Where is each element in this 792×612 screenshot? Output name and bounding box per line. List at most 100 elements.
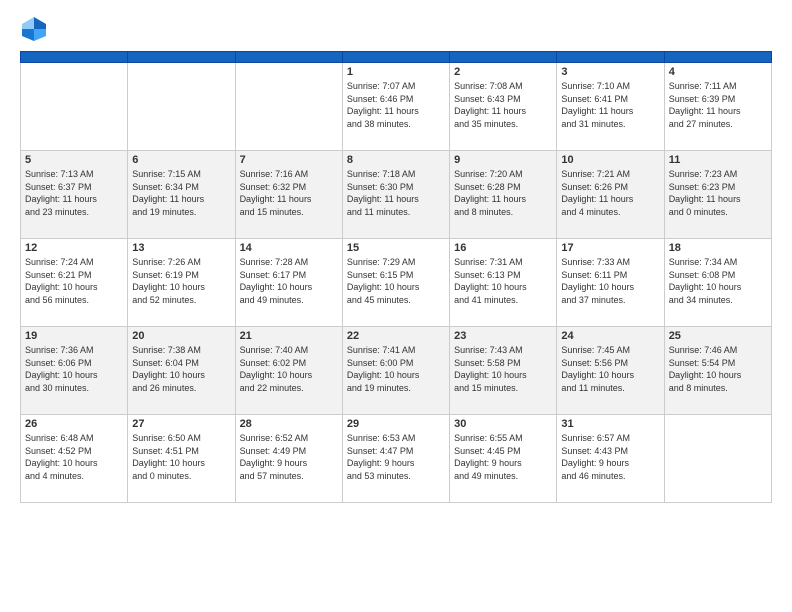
day-info: Sunrise: 7:41 AM Sunset: 6:00 PM Dayligh…: [347, 344, 445, 394]
calendar-cell: 25 Sunrise: 7:46 AM Sunset: 5:54 PM Dayli…: [664, 327, 771, 415]
day-number: 11: [669, 154, 767, 166]
day-number: 26: [25, 418, 123, 430]
calendar-cell: 27 Sunrise: 6:50 AM Sunset: 4:51 PM Dayli…: [128, 415, 235, 503]
header-wednesday: [342, 52, 449, 63]
day-number: 20: [132, 330, 230, 342]
day-number: 27: [132, 418, 230, 430]
day-info: Sunrise: 7:36 AM Sunset: 6:06 PM Dayligh…: [25, 344, 123, 394]
day-info: Sunrise: 6:55 AM Sunset: 4:45 PM Dayligh…: [454, 432, 552, 482]
day-info: Sunrise: 7:16 AM Sunset: 6:32 PM Dayligh…: [240, 168, 338, 218]
header-thursday: [450, 52, 557, 63]
calendar-cell: 26Sunrise: 6:48 AM Sunset: 4:52 PM Dayli…: [21, 415, 128, 503]
calendar-cell: 31Sunrise: 6:57 AM Sunset: 4:43 PM Dayli…: [557, 415, 664, 503]
day-info: Sunrise: 7:11 AM Sunset: 6:39 PM Dayligh…: [669, 80, 767, 130]
header-sunday: [21, 52, 128, 63]
calendar-cell: 8Sunrise: 7:18 AM Sunset: 6:30 PM Daylig…: [342, 151, 449, 239]
header-tuesday: [235, 52, 342, 63]
logo-icon: [20, 15, 48, 43]
calendar-cell: 30 Sunrise: 6:55 AM Sunset: 4:45 PM Dayli…: [450, 415, 557, 503]
day-info: Sunrise: 6:53 AM Sunset: 4:47 PM Dayligh…: [347, 432, 445, 482]
day-number: 5: [25, 154, 123, 166]
day-number: 18: [669, 242, 767, 254]
calendar-body: 1 Sunrise: 7:07 AM Sunset: 6:46 PM Daylig…: [21, 63, 772, 503]
calendar-cell: 19 Sunrise: 7:36 AM Sunset: 6:06 PM Dayli…: [21, 327, 128, 415]
day-number: 21: [240, 330, 338, 342]
page: 1 Sunrise: 7:07 AM Sunset: 6:46 PM Daylig…: [0, 0, 792, 612]
day-info: Sunrise: 7:38 AM Sunset: 6:04 PM Dayligh…: [132, 344, 230, 394]
calendar-row: 1 Sunrise: 7:07 AM Sunset: 6:46 PM Daylig…: [21, 63, 772, 151]
day-info: Sunrise: 7:29 AM Sunset: 6:15 PM Dayligh…: [347, 256, 445, 306]
day-number: 9: [454, 154, 552, 166]
header: [20, 15, 772, 43]
day-number: 6: [132, 154, 230, 166]
calendar-cell: 28 Sunrise: 6:52 AM Sunset: 4:49 PM Dayli…: [235, 415, 342, 503]
day-number: 4: [669, 66, 767, 78]
day-number: 7: [240, 154, 338, 166]
calendar-cell: 22 Sunrise: 7:41 AM Sunset: 6:00 PM Dayli…: [342, 327, 449, 415]
calendar-cell: 6 Sunrise: 7:15 AM Sunset: 6:34 PM Daylig…: [128, 151, 235, 239]
day-number: 15: [347, 242, 445, 254]
calendar-cell: 11 Sunrise: 7:23 AM Sunset: 6:23 PM Dayli…: [664, 151, 771, 239]
day-number: 14: [240, 242, 338, 254]
day-info: Sunrise: 7:46 AM Sunset: 5:54 PM Dayligh…: [669, 344, 767, 394]
calendar-cell: 24Sunrise: 7:45 AM Sunset: 5:56 PM Dayli…: [557, 327, 664, 415]
day-info: Sunrise: 6:52 AM Sunset: 4:49 PM Dayligh…: [240, 432, 338, 482]
calendar-cell: 18 Sunrise: 7:34 AM Sunset: 6:08 PM Dayli…: [664, 239, 771, 327]
day-number: 12: [25, 242, 123, 254]
calendar-cell: 1 Sunrise: 7:07 AM Sunset: 6:46 PM Daylig…: [342, 63, 449, 151]
calendar-cell: 12 Sunrise: 7:24 AM Sunset: 6:21 PM Dayli…: [21, 239, 128, 327]
day-number: 25: [669, 330, 767, 342]
day-number: 17: [561, 242, 659, 254]
calendar-cell: 20 Sunrise: 7:38 AM Sunset: 6:04 PM Dayli…: [128, 327, 235, 415]
day-number: 3: [561, 66, 659, 78]
day-number: 1: [347, 66, 445, 78]
calendar-cell: 21Sunrise: 7:40 AM Sunset: 6:02 PM Dayli…: [235, 327, 342, 415]
calendar-header: [21, 52, 772, 63]
day-number: 19: [25, 330, 123, 342]
day-info: Sunrise: 7:34 AM Sunset: 6:08 PM Dayligh…: [669, 256, 767, 306]
calendar-row: 12 Sunrise: 7:24 AM Sunset: 6:21 PM Dayli…: [21, 239, 772, 327]
calendar-cell: 23Sunrise: 7:43 AM Sunset: 5:58 PM Dayli…: [450, 327, 557, 415]
day-info: Sunrise: 7:20 AM Sunset: 6:28 PM Dayligh…: [454, 168, 552, 218]
day-info: Sunrise: 7:45 AM Sunset: 5:56 PM Dayligh…: [561, 344, 659, 394]
calendar-cell: 17Sunrise: 7:33 AM Sunset: 6:11 PM Dayli…: [557, 239, 664, 327]
day-info: Sunrise: 7:23 AM Sunset: 6:23 PM Dayligh…: [669, 168, 767, 218]
day-number: 16: [454, 242, 552, 254]
calendar-row: 19 Sunrise: 7:36 AM Sunset: 6:06 PM Dayli…: [21, 327, 772, 415]
calendar-row: 26Sunrise: 6:48 AM Sunset: 4:52 PM Dayli…: [21, 415, 772, 503]
header-monday: [128, 52, 235, 63]
calendar-cell: 5 Sunrise: 7:13 AM Sunset: 6:37 PM Daylig…: [21, 151, 128, 239]
calendar-cell: 16Sunrise: 7:31 AM Sunset: 6:13 PM Dayli…: [450, 239, 557, 327]
day-info: Sunrise: 7:43 AM Sunset: 5:58 PM Dayligh…: [454, 344, 552, 394]
calendar-cell: 14Sunrise: 7:28 AM Sunset: 6:17 PM Dayli…: [235, 239, 342, 327]
day-number: 22: [347, 330, 445, 342]
day-info: Sunrise: 7:13 AM Sunset: 6:37 PM Dayligh…: [25, 168, 123, 218]
day-info: Sunrise: 7:24 AM Sunset: 6:21 PM Dayligh…: [25, 256, 123, 306]
day-number: 2: [454, 66, 552, 78]
calendar-row: 5 Sunrise: 7:13 AM Sunset: 6:37 PM Daylig…: [21, 151, 772, 239]
calendar-cell: 10Sunrise: 7:21 AM Sunset: 6:26 PM Dayli…: [557, 151, 664, 239]
header-saturday: [664, 52, 771, 63]
day-info: Sunrise: 6:50 AM Sunset: 4:51 PM Dayligh…: [132, 432, 230, 482]
day-number: 10: [561, 154, 659, 166]
day-info: Sunrise: 7:07 AM Sunset: 6:46 PM Dayligh…: [347, 80, 445, 130]
day-info: Sunrise: 7:26 AM Sunset: 6:19 PM Dayligh…: [132, 256, 230, 306]
calendar-cell: 9 Sunrise: 7:20 AM Sunset: 6:28 PM Daylig…: [450, 151, 557, 239]
day-number: 30: [454, 418, 552, 430]
calendar-cell: [128, 63, 235, 151]
day-number: 29: [347, 418, 445, 430]
calendar-cell: 29 Sunrise: 6:53 AM Sunset: 4:47 PM Dayli…: [342, 415, 449, 503]
calendar-cell: [664, 415, 771, 503]
calendar-cell: [235, 63, 342, 151]
day-info: Sunrise: 6:57 AM Sunset: 4:43 PM Dayligh…: [561, 432, 659, 482]
day-number: 8: [347, 154, 445, 166]
calendar-cell: 13Sunrise: 7:26 AM Sunset: 6:19 PM Dayli…: [128, 239, 235, 327]
logo: [20, 15, 51, 43]
calendar-table: 1 Sunrise: 7:07 AM Sunset: 6:46 PM Daylig…: [20, 51, 772, 503]
day-info: Sunrise: 7:15 AM Sunset: 6:34 PM Dayligh…: [132, 168, 230, 218]
day-info: Sunrise: 7:10 AM Sunset: 6:41 PM Dayligh…: [561, 80, 659, 130]
day-number: 28: [240, 418, 338, 430]
calendar-cell: [21, 63, 128, 151]
calendar-cell: 15 Sunrise: 7:29 AM Sunset: 6:15 PM Dayli…: [342, 239, 449, 327]
calendar-cell: 4 Sunrise: 7:11 AM Sunset: 6:39 PM Daylig…: [664, 63, 771, 151]
